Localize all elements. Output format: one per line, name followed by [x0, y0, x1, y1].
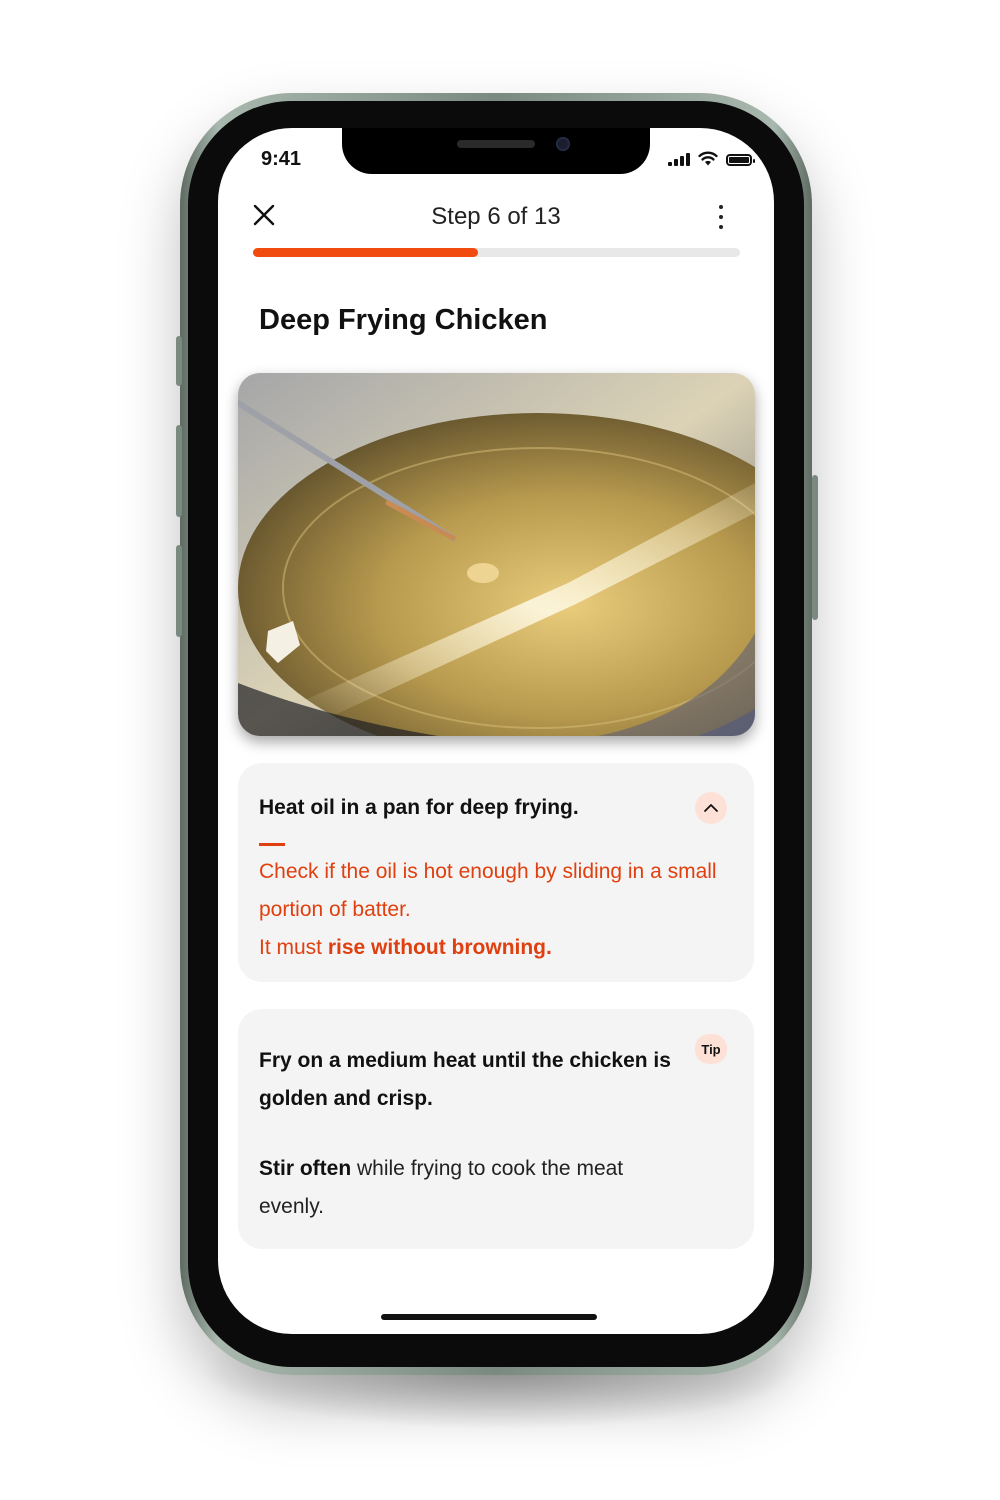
instruction-detail-line: Check if the oil is hot enough by slidin… — [259, 860, 717, 921]
instruction-detail: Check if the oil is hot enough by slidin… — [259, 853, 719, 967]
instruction-detail-emphasis: rise without browning. — [327, 936, 552, 959]
tip-body-emphasis: Stir often — [259, 1157, 352, 1180]
page-title: Deep Frying Chicken — [259, 304, 548, 336]
status-time: 9:41 — [261, 148, 302, 170]
app-screen: 9:41 Step 6 of 13 Deep Frying Chicken He… — [218, 128, 774, 1334]
mute-switch — [176, 336, 182, 386]
step-photo — [238, 373, 755, 736]
chevron-up-icon — [704, 804, 718, 812]
tip-card: Fry on a medium heat until the chicken i… — [238, 1009, 754, 1249]
power-button — [812, 475, 818, 620]
more-vertical-icon — [719, 205, 723, 209]
more-vertical-icon-dot — [719, 225, 723, 229]
status-icons — [668, 151, 755, 166]
instruction-card: Heat oil in a pan for deep frying. Check… — [238, 763, 754, 982]
notch — [342, 128, 650, 174]
instruction-detail-prefix: It must — [259, 936, 328, 959]
wifi-icon — [698, 151, 718, 166]
tip-heading: Fry on a medium heat until the chicken i… — [259, 1049, 671, 1110]
cellular-signal-icon — [668, 153, 690, 166]
volume-up-button — [176, 425, 182, 517]
home-indicator[interactable] — [381, 1314, 597, 1320]
tip-body: Stir often while frying to cook the meat… — [259, 1150, 639, 1226]
step-progress-bar — [253, 248, 740, 257]
volume-down-button — [176, 545, 182, 637]
front-camera — [556, 137, 570, 151]
battery-icon — [726, 154, 755, 166]
speaker-grille — [457, 140, 535, 148]
more-options-button[interactable] — [716, 205, 726, 229]
accent-divider — [259, 843, 285, 846]
step-indicator: Step 6 of 13 — [431, 203, 561, 230]
tip-badge: Tip — [695, 1034, 727, 1064]
instruction-heading: Heat oil in a pan for deep frying. — [259, 796, 579, 819]
more-vertical-icon-dot — [719, 215, 723, 219]
collapse-button[interactable] — [695, 792, 727, 824]
step-progress-fill — [253, 248, 478, 257]
